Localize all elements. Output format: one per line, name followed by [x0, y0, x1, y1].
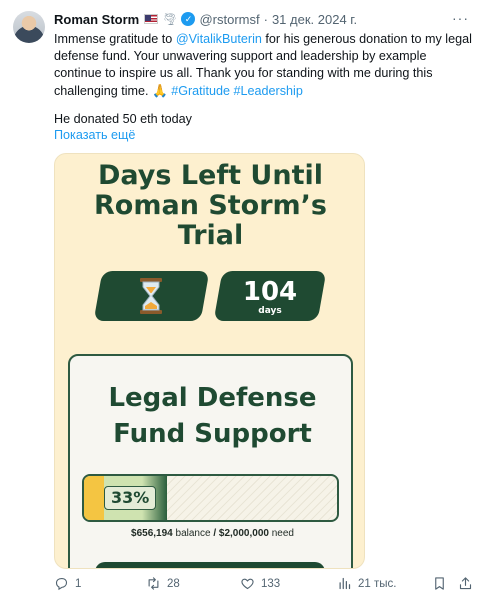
mention-link[interactable]: @VitalikButerin [176, 32, 262, 46]
tweet-text-part1: Immense gratitude to [54, 32, 176, 46]
tornado-emoji: 🌪 [162, 12, 178, 26]
header-separator: · [263, 11, 268, 27]
author-handle[interactable]: @rstormsf [199, 12, 259, 27]
avatar[interactable] [13, 11, 45, 43]
verified-badge-icon[interactable]: ✓ [181, 12, 196, 26]
heart-icon [241, 578, 254, 590]
tweet-text-line2: He donated 50 eth today [54, 112, 192, 126]
balance-amount: $656,194 [131, 528, 173, 539]
views-button[interactable]: 21 тыс. [337, 576, 396, 591]
like-count: 133 [261, 577, 281, 590]
bookmark-icon [435, 577, 444, 590]
media-title-line3: Trial [177, 220, 244, 251]
balance-line: $656,194 balance / $2,000,000 need [70, 528, 355, 539]
media-title-line1: Days Left Until [97, 160, 323, 191]
action-bar: 1 28 133 21 тыс. [54, 576, 472, 594]
hashtag-gratitude[interactable]: #Gratitude [171, 84, 230, 98]
views-count: 21 тыс. [358, 577, 397, 590]
fund-card: Legal Defense Fund Support 33% $656,194 … [68, 354, 355, 568]
share-button[interactable] [458, 576, 479, 591]
hourglass-icon [140, 278, 162, 314]
repost-button[interactable]: 28 [146, 576, 180, 591]
views-icon [339, 577, 351, 590]
repost-icon [148, 577, 159, 590]
days-label: days [258, 306, 282, 316]
reply-button[interactable]: 1 [54, 576, 81, 591]
bookmark-button[interactable] [432, 576, 453, 591]
share-icon [459, 577, 472, 590]
like-button[interactable]: 133 [240, 576, 280, 591]
tweet[interactable]: Roman Storm 🌪 ✓ @rstormsf · 31 дек. 2024… [0, 0, 483, 600]
show-more-link[interactable]: Показать ещё [54, 128, 135, 142]
tweet-media-image[interactable]: Days Left Until Roman Storm’s Trial 104 … [54, 153, 365, 569]
author-name[interactable]: Roman Storm [54, 12, 139, 27]
repost-count: 28 [167, 577, 180, 590]
balance-slash: / [213, 528, 217, 539]
balance-label: balance [175, 528, 211, 539]
days-count: 104 [242, 277, 298, 307]
us-flag-icon [144, 14, 159, 24]
progress-bar: 33% [82, 474, 339, 522]
hashtag-leadership[interactable]: #Leadership [234, 84, 303, 98]
media-title-line2: Roman Storm’s [94, 190, 327, 221]
tweet-header: Roman Storm 🌪 ✓ @rstormsf · 31 дек. 2024… [54, 10, 357, 28]
reply-icon [55, 577, 68, 591]
need-amount: $2,000,000 [218, 528, 269, 539]
tweet-text: Immense gratitude to @VitalikButerin for… [54, 31, 472, 100]
progress-percent: 33% [104, 486, 157, 510]
tweet-date[interactable]: 31 дек. 2024 г. [272, 12, 357, 27]
card-title-line1: Legal Defense [108, 383, 317, 413]
more-options-icon[interactable]: ··· [452, 10, 469, 26]
card-title-line2: Fund Support [113, 419, 312, 449]
reply-count: 1 [75, 577, 82, 590]
next-panel-edge [95, 562, 325, 568]
need-label: need [271, 528, 294, 539]
